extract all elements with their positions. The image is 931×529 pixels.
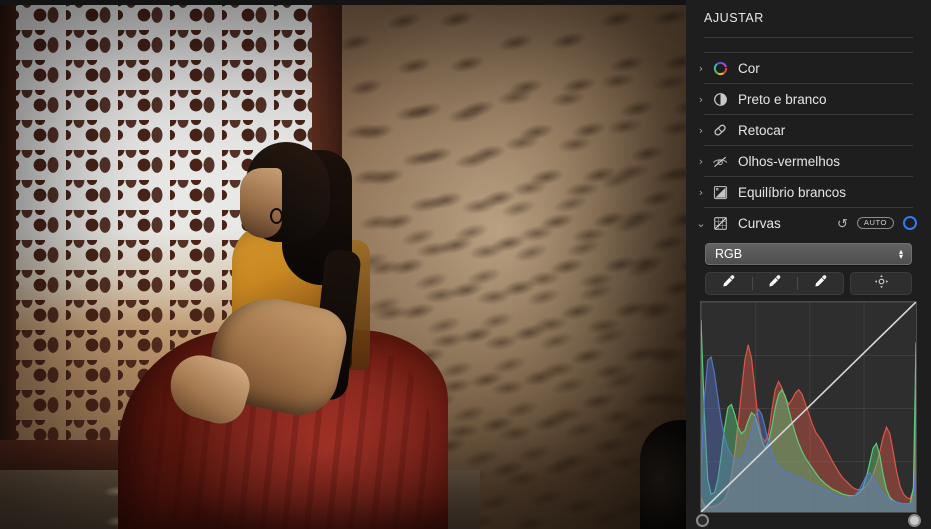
sidebar-item-preto-e-branco[interactable]: › Preto e branco xyxy=(686,84,931,114)
chevron-down-icon: ▾ xyxy=(899,254,903,259)
chevron-right-icon[interactable]: › xyxy=(694,93,708,106)
retouch-bandage-icon xyxy=(709,120,731,140)
sidebar-item-olhos-vermelhos[interactable]: › Olhos-vermelhos xyxy=(686,146,931,176)
target-point-picker-button[interactable] xyxy=(850,272,912,295)
sidebar-item-label: Olhos-vermelhos xyxy=(738,154,840,169)
curves-tool-row xyxy=(705,272,912,295)
photo-vignette xyxy=(0,0,686,529)
photo-editor-window: AJUSTAR › Cor › xyxy=(0,0,931,529)
auto-button[interactable]: AUTO xyxy=(857,217,894,230)
black-point-handle[interactable] xyxy=(696,514,709,527)
curves-histogram[interactable] xyxy=(700,301,917,513)
white-balance-icon xyxy=(709,182,731,202)
sidebar-item-equilibrio-brancos[interactable]: › Equilíbrio brancos xyxy=(686,177,931,207)
curves-graph-wrapper xyxy=(700,301,917,529)
window-top-strip xyxy=(0,0,686,5)
sidebar-item-label: Cor xyxy=(738,61,760,76)
sidebar-item-label: Curvas xyxy=(738,216,781,231)
channel-select[interactable]: RGB ▴ ▾ xyxy=(705,243,912,265)
chevron-down-icon[interactable]: ⌄ xyxy=(694,217,708,230)
eyedropper-icon xyxy=(721,274,736,294)
chevron-right-icon[interactable]: › xyxy=(694,155,708,168)
curves-icon xyxy=(709,213,731,233)
chevron-right-icon[interactable]: › xyxy=(694,62,708,75)
histogram-plot xyxy=(701,302,916,512)
sidebar-item-label: Equilíbrio brancos xyxy=(738,185,846,200)
chevron-right-icon[interactable]: › xyxy=(694,124,708,137)
chevron-right-icon[interactable]: › xyxy=(694,186,708,199)
channel-select-wrapper: RGB ▴ ▾ xyxy=(705,243,912,265)
sidebar-item-label: Preto e branco xyxy=(738,92,827,107)
panel-title: AJUSTAR xyxy=(686,0,931,25)
red-eye-icon xyxy=(709,151,731,171)
chevron-updown-icon[interactable]: ▴ ▾ xyxy=(899,249,903,259)
sidebar-item-cor[interactable]: › Cor xyxy=(686,53,931,83)
reset-icon[interactable]: ↺ xyxy=(837,217,848,230)
sidebar-item-curvas[interactable]: ⌄ Curvas ↺ AUTO xyxy=(686,208,931,238)
enable-circle-icon[interactable] xyxy=(903,216,917,230)
curve-handle-row xyxy=(700,513,917,529)
channel-select-value: RGB xyxy=(706,247,742,261)
photo-canvas[interactable] xyxy=(0,0,686,529)
eyedropper-group xyxy=(705,272,844,295)
contrast-circle-icon xyxy=(709,89,731,109)
black-point-eyedropper-button[interactable] xyxy=(706,273,752,294)
sidebar-item-retocar[interactable]: › Retocar xyxy=(686,115,931,145)
color-wheel-icon xyxy=(709,58,731,78)
eyedropper-icon xyxy=(767,274,782,294)
white-point-eyedropper-button[interactable] xyxy=(797,273,843,294)
white-point-handle[interactable] xyxy=(908,514,921,527)
sidebar-item-label: Retocar xyxy=(738,123,785,138)
title-divider xyxy=(704,37,913,38)
eyedropper-icon xyxy=(813,274,828,294)
crosshair-icon xyxy=(874,274,889,294)
gray-point-eyedropper-button[interactable] xyxy=(752,273,798,294)
curves-header-tools: ↺ AUTO xyxy=(837,216,917,230)
adjust-sidebar: AJUSTAR › Cor › xyxy=(686,0,931,529)
